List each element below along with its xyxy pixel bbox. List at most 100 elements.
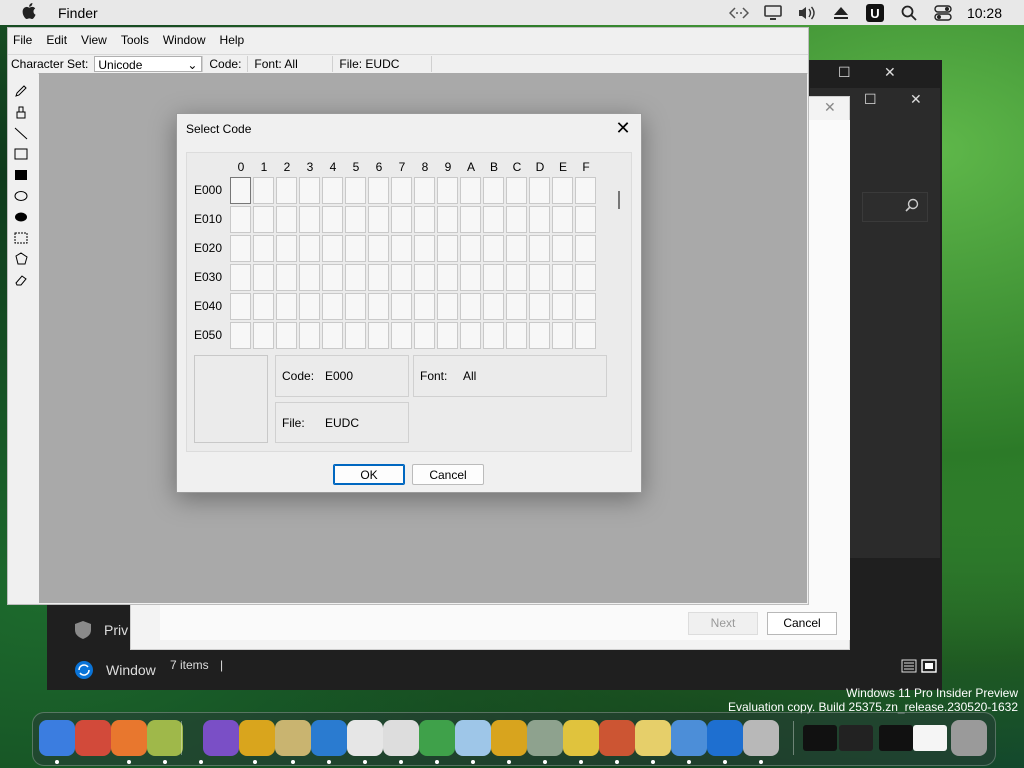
app-store-icon[interactable] [311,720,347,756]
code-cell[interactable] [529,206,550,233]
sidebar-item-privacy[interactable]: Priv [74,620,128,640]
code-cell[interactable] [483,235,504,262]
code-cell[interactable] [322,206,343,233]
code-cell[interactable] [299,293,320,320]
code-cell[interactable] [322,177,343,204]
code-cell[interactable] [506,206,527,233]
code-cell[interactable] [368,293,389,320]
code-cell[interactable] [460,293,481,320]
code-cell[interactable] [506,177,527,204]
code-cell[interactable] [437,235,458,262]
toolbox-icon[interactable] [599,720,635,756]
code-cell[interactable] [345,206,366,233]
terminal-icon[interactable] [347,720,383,756]
code-cell[interactable] [345,235,366,262]
code-cell[interactable] [460,177,481,204]
code-cell[interactable] [322,322,343,349]
search-icon[interactable] [899,4,919,22]
window-thumb-3[interactable] [879,725,913,751]
code-cell[interactable] [276,235,297,262]
code-cell[interactable] [437,177,458,204]
code-cell[interactable] [253,235,274,262]
code-cell[interactable] [253,322,274,349]
charset-select[interactable]: Unicode ⌄ [94,56,203,72]
code-cell[interactable] [299,322,320,349]
wizard-cancel-button[interactable]: Cancel [767,612,837,635]
code-cell[interactable] [575,177,596,204]
code-cell[interactable] [276,264,297,291]
code-cell[interactable] [506,264,527,291]
code-cell[interactable] [230,322,251,349]
code-cell[interactable] [391,177,412,204]
scroll-thumb[interactable] [618,191,620,209]
text-editor-icon[interactable] [147,720,183,756]
code-cell[interactable] [552,322,573,349]
window-thumb-2[interactable] [839,725,873,751]
code-cell[interactable] [552,293,573,320]
menu-edit[interactable]: Edit [46,33,67,47]
magnifier-icon[interactable] [491,720,527,756]
scanner-icon[interactable] [383,720,419,756]
code-cell[interactable] [414,177,435,204]
code-cell[interactable] [276,322,297,349]
maximize-icon[interactable]: ☐ [864,91,877,108]
code-cell[interactable] [483,264,504,291]
code-cell[interactable] [299,264,320,291]
code-cell[interactable] [506,293,527,320]
code-cell[interactable] [253,206,274,233]
keychain-icon[interactable] [275,720,311,756]
code-cell[interactable] [391,322,412,349]
code-cell[interactable] [322,293,343,320]
menu-view[interactable]: View [81,33,107,47]
rect-select-icon[interactable] [13,230,29,246]
sidebar-item-windows-update[interactable]: Window [74,660,156,680]
network-icon[interactable] [419,720,455,756]
notes-check-icon[interactable] [635,720,671,756]
code-cell[interactable] [437,264,458,291]
code-icon[interactable] [728,4,749,22]
bluetooth-icon[interactable] [707,720,743,756]
code-cell[interactable] [391,206,412,233]
code-cell[interactable] [368,322,389,349]
code-cell[interactable] [414,206,435,233]
code-cell[interactable] [529,177,550,204]
search-input[interactable] [862,192,928,222]
close-icon[interactable]: ✕ [824,99,836,116]
code-cell[interactable] [230,235,251,262]
code-cell[interactable] [253,293,274,320]
code-cell[interactable] [460,264,481,291]
installer-icon[interactable] [527,720,563,756]
paint-icon[interactable] [563,720,599,756]
filled-rectangle-icon[interactable] [13,167,29,183]
code-cell[interactable] [391,235,412,262]
archive-icon[interactable] [743,720,779,756]
code-cell[interactable] [345,177,366,204]
line-icon[interactable] [13,125,29,141]
code-cell[interactable] [230,264,251,291]
code-cell[interactable] [276,177,297,204]
code-cell[interactable] [460,322,481,349]
volume-icon[interactable] [797,4,817,22]
code-cell[interactable] [368,177,389,204]
code-cell[interactable] [575,206,596,233]
code-cell[interactable] [253,264,274,291]
code-cell[interactable] [529,293,550,320]
code-cell[interactable] [437,293,458,320]
code-cell[interactable] [529,235,550,262]
code-cell[interactable] [299,177,320,204]
code-cell[interactable] [575,293,596,320]
code-cell[interactable] [322,264,343,291]
display-icon[interactable] [763,4,783,22]
code-cell[interactable] [552,264,573,291]
window-thumb-4[interactable] [913,725,947,751]
menu-tools[interactable]: Tools [121,33,149,47]
close-icon[interactable]: ✕ [910,91,922,108]
code-cell[interactable] [552,235,573,262]
hollow-ellipse-icon[interactable] [13,188,29,204]
maximize-icon[interactable]: ☐ [838,64,851,81]
code-cell[interactable] [230,177,251,204]
code-cell[interactable] [414,293,435,320]
pencil-icon[interactable] [13,83,29,99]
code-cell[interactable] [483,206,504,233]
code-cell[interactable] [529,322,550,349]
